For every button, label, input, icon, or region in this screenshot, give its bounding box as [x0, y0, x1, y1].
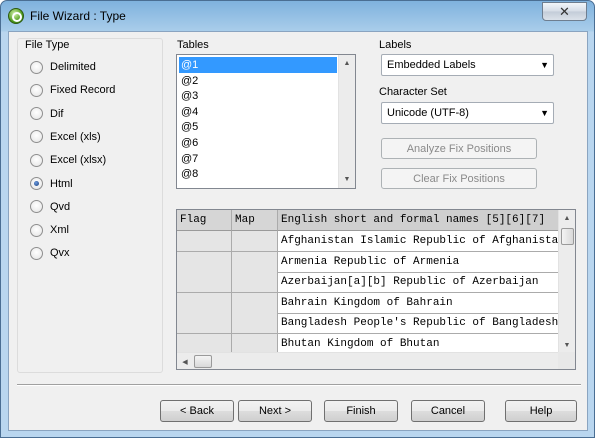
table-list-item[interactable]: @5: [179, 119, 337, 135]
scroll-thumb[interactable]: [561, 228, 574, 245]
map-cell: [232, 231, 278, 252]
names-cell: Bahrain Kingdom of Bahrain: [278, 292, 560, 314]
map-cell: [232, 313, 278, 334]
chevron-down-icon[interactable]: ▼: [540, 103, 549, 123]
radio-button[interactable]: [30, 60, 43, 74]
character-set-dropdown-value: Unicode (UTF-8): [387, 107, 469, 119]
close-button[interactable]: ✕: [542, 2, 587, 21]
file-type-option-xml[interactable]: Xml: [30, 222, 69, 238]
flag-cell: [177, 313, 232, 334]
file-type-option-dif[interactable]: Dif: [30, 106, 63, 122]
labels-dropdown-value: Embedded Labels: [387, 59, 476, 71]
qlikview-app-icon: [8, 8, 24, 24]
scroll-up-icon[interactable]: ▲: [339, 55, 355, 72]
flag-cell: [177, 292, 232, 314]
file-type-option-excel-xlsx[interactable]: Excel (xlsx): [30, 152, 106, 168]
grid-vertical-scrollbar[interactable]: ▲ ▼: [558, 210, 575, 354]
radio-label: Excel (xls): [50, 130, 101, 143]
character-set-label: Character Set: [379, 86, 447, 98]
flag-cell: [177, 251, 232, 273]
file-type-label: File Type: [23, 39, 72, 51]
table-list-item[interactable]: @3: [179, 88, 337, 104]
character-set-dropdown[interactable]: Unicode (UTF-8) ▼: [381, 102, 554, 124]
radio-label: Qvd: [50, 200, 71, 213]
scroll-corner: [558, 352, 575, 369]
radio-label: Dif: [50, 107, 64, 120]
chevron-down-icon[interactable]: ▼: [540, 55, 549, 75]
radio-label: Excel (xlsx): [50, 154, 107, 167]
clear-fix-positions-button[interactable]: Clear Fix Positions: [381, 168, 537, 189]
radio-button[interactable]: [30, 177, 43, 190]
radio-button[interactable]: [30, 246, 43, 260]
title-bar[interactable]: File Wizard : Type ✕: [1, 1, 594, 31]
table-row[interactable]: Bangladesh People's Republic of Banglade…: [177, 313, 560, 334]
names-cell: Afghanistan Islamic Republic of Afghanis…: [278, 231, 560, 252]
flag-cell: [177, 231, 232, 252]
names-cell: Bangladesh People's Republic of Banglade…: [278, 313, 560, 334]
tables-scrollbar[interactable]: ▲ ▼: [338, 55, 355, 188]
help-button[interactable]: Help: [505, 400, 577, 422]
scroll-down-icon[interactable]: ▼: [339, 171, 355, 188]
table-row[interactable]: Afghanistan Islamic Republic of Afghanis…: [177, 231, 560, 252]
names-cell: Azerbaijan[a][b] Republic of Azerbaijan: [278, 272, 560, 293]
radio-button[interactable]: [30, 200, 43, 214]
close-icon: ✕: [559, 3, 570, 19]
radio-label: Fixed Record: [50, 84, 116, 97]
map-cell: [232, 251, 278, 273]
table-list-item[interactable]: @1: [179, 57, 337, 73]
window-title: File Wizard : Type: [30, 9, 126, 23]
scroll-left-icon[interactable]: ◀: [177, 353, 193, 369]
map-cell: [232, 272, 278, 293]
table-row[interactable]: Armenia Republic of Armenia: [177, 251, 560, 273]
radio-button[interactable]: [30, 107, 43, 121]
radio-button[interactable]: [30, 83, 43, 97]
map-cell: [232, 292, 278, 314]
table-list-item[interactable]: @8: [179, 166, 337, 182]
grid-header-flag[interactable]: Flag: [177, 210, 232, 231]
scroll-up-icon[interactable]: ▲: [559, 210, 575, 227]
radio-button[interactable]: [30, 153, 43, 167]
table-list-item[interactable]: @6: [179, 135, 337, 151]
analyze-fix-positions-button[interactable]: Analyze Fix Positions: [381, 138, 537, 159]
labels-label: Labels: [379, 39, 412, 51]
file-type-option-qvd[interactable]: Qvd: [30, 199, 70, 215]
table-list-item[interactable]: @2: [179, 73, 337, 89]
next-button[interactable]: Next >: [238, 400, 312, 422]
table-row[interactable]: Bahrain Kingdom of Bahrain: [177, 292, 560, 314]
back-button[interactable]: < Back: [160, 400, 234, 422]
grid-header-map[interactable]: Map: [232, 210, 278, 231]
file-type-option-fixed-record[interactable]: Fixed Record: [30, 82, 115, 98]
file-type-option-delimited[interactable]: Delimited: [30, 59, 96, 75]
dialog-body: File Type Delimited Fixed Record Dif Excel …: [8, 31, 588, 431]
grid-header-names[interactable]: English short and formal names [5][6][7]: [278, 210, 560, 231]
divider: [17, 384, 581, 386]
names-cell: Armenia Republic of Armenia: [278, 251, 560, 273]
grid-horizontal-scrollbar[interactable]: ◀: [177, 352, 560, 369]
radio-label: Qvx: [50, 247, 70, 260]
preview-grid[interactable]: Flag Map English short and formal names …: [176, 209, 576, 370]
file-type-option-excel-xls[interactable]: Excel (xls): [30, 129, 101, 145]
radio-button[interactable]: [30, 130, 43, 144]
file-wizard-window: File Wizard : Type ✕ File Type Delimited…: [0, 0, 595, 438]
radio-button[interactable]: [30, 223, 43, 237]
cancel-button[interactable]: Cancel: [411, 400, 485, 422]
scroll-thumb[interactable]: [194, 355, 212, 368]
table-row[interactable]: Azerbaijan[a][b] Republic of Azerbaijan: [177, 272, 560, 293]
grid-header-row: Flag Map English short and formal names …: [177, 210, 560, 231]
radio-label: Html: [50, 177, 73, 190]
finish-button[interactable]: Finish: [324, 400, 398, 422]
file-type-option-qvx[interactable]: Qvx: [30, 245, 70, 261]
table-list-item[interactable]: @7: [179, 151, 337, 167]
file-type-option-html[interactable]: Html: [30, 176, 73, 192]
labels-dropdown[interactable]: Embedded Labels ▼: [381, 54, 554, 76]
radio-label: Delimited: [50, 61, 96, 73]
radio-label: Xml: [50, 224, 69, 237]
flag-cell: [177, 272, 232, 293]
tables-listbox[interactable]: @8 @7 @6 @5 @4 @3 @2 @1 ▲ ▼: [176, 54, 356, 189]
tables-label: Tables: [177, 39, 209, 51]
table-list-item[interactable]: @4: [179, 104, 337, 120]
